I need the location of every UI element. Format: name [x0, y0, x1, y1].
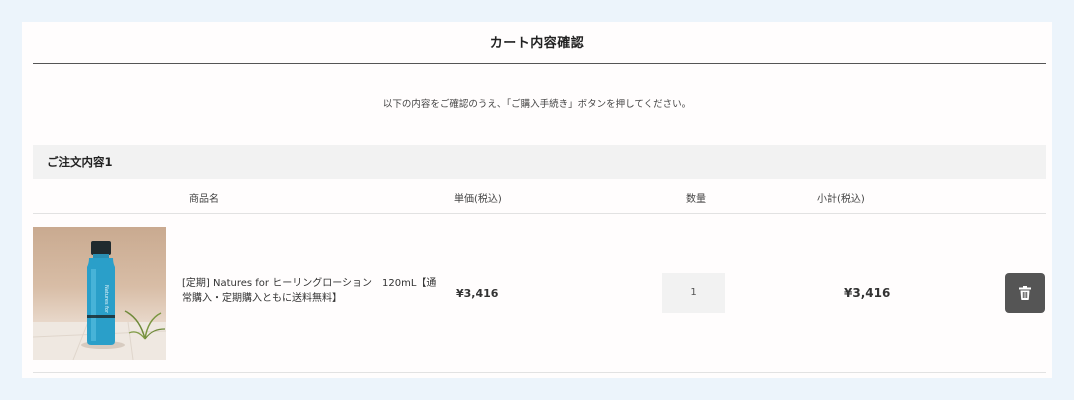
instruction-text: 以下の内容をご確認のうえ、「ご購入手続き」ボタンを押してください。 [382, 99, 692, 110]
title-divider [33, 63, 1046, 64]
column-header-subtotal: 小計(税込) [817, 194, 865, 205]
column-header-name: 商品名 [189, 194, 219, 205]
quantity-field[interactable]: 1 [662, 273, 725, 313]
delete-item-button[interactable] [1005, 273, 1045, 313]
svg-text:Natures for: Natures for [103, 285, 109, 314]
column-header-price: 単価(税込) [454, 194, 502, 205]
unit-price: ¥3,416 [456, 287, 499, 300]
page-title: カート内容確認 [489, 36, 585, 51]
column-header-quantity: 数量 [686, 194, 706, 205]
cart-panel: カート内容確認 以下の内容をご確認のうえ、「ご購入手続き」ボタンを押してください… [22, 22, 1052, 378]
table-header-divider [33, 213, 1046, 214]
trash-icon [1019, 286, 1031, 300]
product-bottle-image[interactable]: Natures for [33, 227, 166, 360]
product-name-link[interactable]: [定期] Natures for ヒーリングローション 120mL【通常購入・定… [182, 276, 444, 306]
order-section-header: ご注文内容1 [33, 145, 1046, 179]
subtotal-value: ¥3,416 [844, 286, 891, 300]
table-row-divider [33, 372, 1046, 373]
order-section-title: ご注文内容1 [47, 155, 113, 169]
